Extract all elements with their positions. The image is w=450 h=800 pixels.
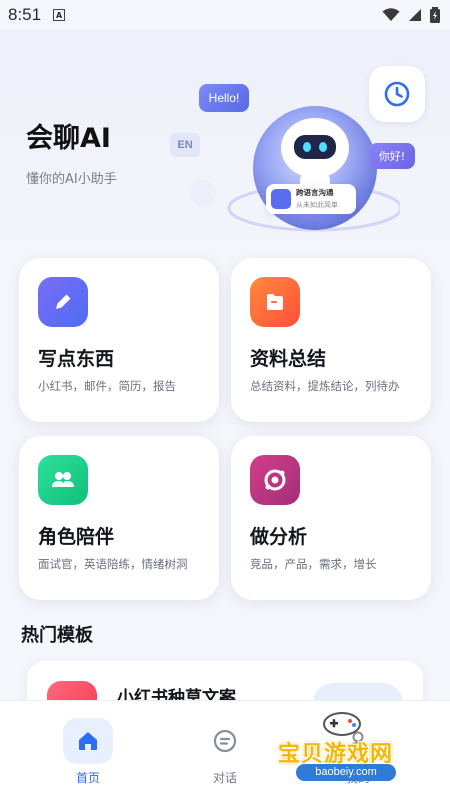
translate-subtitle: 从未如此简单 (296, 201, 338, 209)
en-badge: EN (170, 133, 200, 157)
chat-icon (200, 718, 250, 764)
hero-banner: 会聊AI 懂你的AI小助手 Hello! 你好! EN 跨语言沟通 从未如此简单 (0, 30, 450, 240)
feature-desc: 小红书，邮件，简历，报告 (38, 379, 176, 393)
folder-icon (250, 277, 300, 327)
hello-bubble: Hello! (199, 84, 249, 112)
clock-icon (384, 81, 410, 107)
feature-title: 写点东西 (38, 348, 115, 370)
status-time: 8:51 (8, 5, 42, 24)
feature-desc: 竞品，产品，需求，增长 (250, 557, 377, 571)
notification-icon: A (53, 9, 66, 21)
nav-label: 对话 (212, 771, 237, 785)
translate-badge: 跨语言沟通 从未如此简单 (266, 184, 356, 214)
gamepad-icon (323, 712, 361, 736)
status-icons (382, 7, 440, 23)
feature-card-write[interactable]: 写点东西 小红书，邮件，简历，报告 (19, 258, 219, 422)
feature-card-summary[interactable]: 资料总结 总结资料，提炼结论，列待办 (231, 258, 431, 422)
analysis-icon (250, 455, 300, 505)
nav-label: 首页 (75, 771, 100, 785)
people-icon (38, 455, 88, 505)
feature-title: 角色陪伴 (38, 526, 115, 548)
signal-icon (409, 9, 421, 21)
home-icon (63, 718, 113, 764)
nihao-bubble: 你好! (369, 143, 415, 169)
section-title-templates: 热门模板 (21, 625, 93, 646)
watermark-url: baobeiy.com (296, 764, 396, 781)
app-title: 会聊AI (26, 123, 111, 154)
app-subtitle: 懂你的AI小助手 (26, 172, 117, 187)
feature-card-companion[interactable]: 角色陪伴 面试官，英语陪练，情绪树洞 (19, 436, 219, 600)
feature-desc: 面试官，英语陪练，情绪树洞 (38, 557, 188, 571)
translate-title: 跨语言沟通 (296, 188, 334, 197)
feature-desc: 总结资料，提炼结论，列待办 (250, 379, 400, 393)
pencil-icon (38, 277, 88, 327)
history-button[interactable] (369, 66, 425, 122)
wifi-icon (382, 8, 400, 21)
feature-title: 资料总结 (250, 348, 327, 370)
watermark: 宝贝游戏网 baobeiy.com (272, 700, 422, 795)
feature-card-analysis[interactable]: 做分析 竞品，产品，需求，增长 (231, 436, 431, 600)
nav-item-chat[interactable]: 对话 (185, 701, 265, 800)
status-bar: 8:51 A (0, 0, 450, 30)
translate-icon (271, 189, 291, 209)
nav-item-home[interactable]: 首页 (48, 701, 128, 800)
battery-icon (430, 7, 440, 23)
feature-title: 做分析 (250, 526, 308, 548)
mic-icon (190, 180, 216, 206)
